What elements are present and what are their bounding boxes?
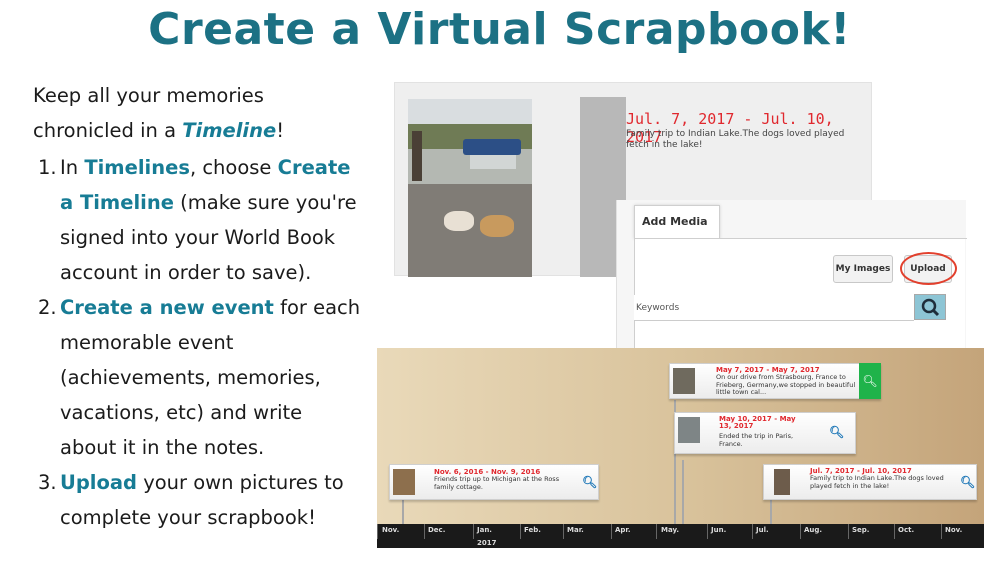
add-media-screenshot: Add Media My Images Upload Keywords — [616, 200, 967, 350]
steps-list: 1. In Timelines, choose Create a Timeline… — [33, 150, 363, 535]
month-label: Oct. — [898, 526, 915, 534]
event-thumbnail — [774, 469, 790, 495]
step-1: 1. In Timelines, choose Create a Timeline… — [38, 156, 357, 284]
month-label: Dec. — [428, 526, 446, 534]
step-2: 2. Create a new event for each memorable … — [38, 296, 361, 459]
highlight-circle — [900, 252, 957, 285]
month-label: Mar. — [567, 526, 584, 534]
month-label: Jul. — [756, 526, 769, 534]
magnifier-icon[interactable]: 🔍︎ — [829, 425, 844, 439]
month-label: Jan. — [477, 526, 492, 534]
event-thumbnail — [678, 417, 700, 443]
month-label: Feb. — [524, 526, 541, 534]
event-thumbnail — [393, 469, 415, 495]
timeline-screenshot: May 7, 2017 - May 7, 2017 On our drive f… — [377, 348, 984, 548]
timeline-event-card[interactable]: May 10, 2017 - May 13, 2017 Ended the tr… — [674, 412, 856, 454]
month-label: Apr. — [615, 526, 631, 534]
month-label: Sep. — [852, 526, 870, 534]
month-label: May. — [661, 526, 680, 534]
month-label: Nov. — [382, 526, 400, 534]
timeline-event-card[interactable]: May 7, 2017 - May 7, 2017 On our drive f… — [669, 363, 881, 399]
page-title: Create a Virtual Scrapbook! — [148, 4, 851, 55]
timeline-link: Timeline — [182, 119, 277, 142]
instructions: Keep all your memories chronicled in a T… — [33, 78, 363, 535]
step-3: 3. Upload your own pictures to complete y… — [38, 471, 344, 529]
view-event-button[interactable]: 🔍︎ — [859, 363, 881, 399]
my-images-button[interactable]: My Images — [833, 255, 893, 283]
keywords-input[interactable]: Keywords — [634, 295, 914, 321]
magnifier-icon[interactable]: 🔍︎ — [960, 475, 975, 489]
tab-add-media[interactable]: Add Media — [634, 205, 720, 239]
event-stem — [402, 498, 404, 524]
magnifier-icon[interactable]: 🔍︎ — [582, 475, 597, 489]
timeline-event-card[interactable]: Nov. 6, 2016 - Nov. 9, 2016 Friends trip… — [389, 464, 599, 500]
month-label: Nov. — [945, 526, 963, 534]
magnifier-icon: 🔍︎ — [862, 374, 878, 388]
event-note: Family trip to Indian Lake.The dogs love… — [626, 129, 845, 150]
event-stem — [770, 498, 772, 524]
search-button[interactable] — [914, 294, 946, 320]
event-photo — [408, 99, 532, 277]
month-label: Aug. — [804, 526, 823, 534]
intro-text: Keep all your memories chronicled in a T… — [33, 84, 285, 142]
timeline-event-card[interactable]: Jul. 7, 2017 - Jul. 10, 2017 Family trip… — [763, 464, 977, 500]
year-label: 2017 — [477, 539, 497, 547]
search-icon — [921, 298, 940, 317]
month-label: Jun. — [711, 526, 727, 534]
event-thumbnail — [673, 368, 695, 394]
timeline-axis: Nov. Dec. Jan. 2017 Feb. Mar. Apr. May. … — [377, 524, 984, 548]
event-stem — [682, 460, 684, 524]
